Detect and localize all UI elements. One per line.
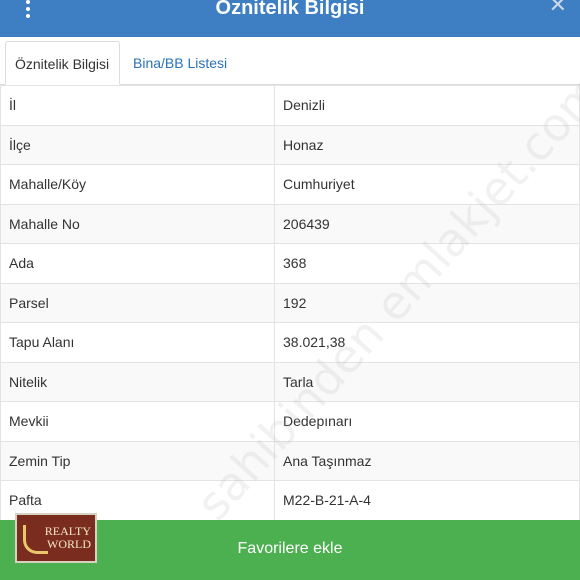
table-row: İlçe Honaz [0, 124, 580, 165]
logo-mark-icon [23, 525, 48, 554]
table-row: Zemin Tip Ana Taşınmaz [0, 440, 580, 481]
tab-bina-bb-listesi[interactable]: Bina/BB Listesi [124, 41, 236, 85]
table-row: İl Denizli [0, 85, 580, 126]
attribute-key: Tapu Alanı [0, 322, 275, 363]
table-row: Parsel 192 [0, 282, 580, 323]
attribute-value: 192 [274, 282, 580, 323]
table-row: Mahalle/Köy Cumhuriyet [0, 164, 580, 205]
realty-world-logo: REALTY WORLD [15, 513, 97, 563]
attribute-value: Honaz [274, 124, 580, 165]
table-row: Tapu Alanı 38.021,38 [0, 322, 580, 363]
attribute-key: Mahalle No [0, 203, 275, 244]
attribute-key: İlçe [0, 124, 275, 165]
attribute-value: 368 [274, 243, 580, 284]
attribute-key: Mahalle/Köy [0, 164, 275, 205]
tab-bar: Öznitelik Bilgisi Bina/BB Listesi [0, 37, 580, 85]
logo-line-2: WORLD [47, 537, 91, 551]
logo-text: REALTY WORLD [45, 525, 91, 551]
attribute-key: İl [0, 85, 275, 126]
table-row: Mevkii Dedepınarı [0, 401, 580, 442]
attribute-value: Denizli [274, 85, 580, 126]
attribute-table: İl Denizli İlçe Honaz Mahalle/Köy Cumhur… [0, 85, 580, 521]
attribute-key: Mevkii [0, 401, 275, 442]
attribute-key: Nitelik [0, 361, 275, 402]
table-row: Mahalle No 206439 [0, 203, 580, 244]
attribute-value: Cumhuriyet [274, 164, 580, 205]
attribute-value: 206439 [274, 203, 580, 244]
attribute-value: Dedepınarı [274, 401, 580, 442]
modal-title: Öznitelik Bilgisi [215, 0, 365, 19]
close-icon[interactable]: ✕ [549, 0, 567, 18]
attribute-value: Ana Taşınmaz [274, 440, 580, 481]
attribute-value: 38.021,38 [274, 322, 580, 363]
table-row: Ada 368 [0, 243, 580, 284]
attribute-key: Zemin Tip [0, 440, 275, 481]
table-row: Nitelik Tarla [0, 361, 580, 402]
tab-oznitelik-bilgisi[interactable]: Öznitelik Bilgisi [5, 41, 120, 85]
attribute-key: Parsel [0, 282, 275, 323]
attribute-value: M22-B-21-A-4 [274, 480, 580, 521]
modal-header: Öznitelik Bilgisi ✕ [0, 0, 580, 37]
attribute-key: Ada [0, 243, 275, 284]
attribute-value: Tarla [274, 361, 580, 402]
